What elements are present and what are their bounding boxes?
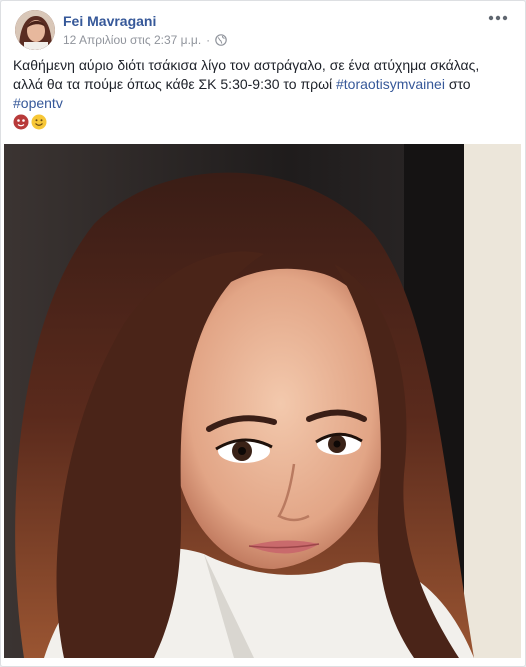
post-text-part-2: στο — [444, 76, 471, 92]
emoji-row — [13, 114, 47, 132]
hashtag-link-toraotisymvainei[interactable]: #toraotisymvainei — [336, 76, 445, 92]
smiling-face-emoji — [31, 114, 47, 130]
post-header: Fei Mavragani 12 Απριλίου στις 2:37 μ.μ.… — [13, 9, 513, 51]
post-timestamp[interactable]: 12 Απριλίου στις 2:37 μ.μ. — [63, 33, 201, 47]
selfie-photo-image — [4, 144, 521, 658]
red-heart-face-emoji — [13, 114, 29, 130]
author-avatar[interactable] — [15, 10, 55, 50]
globe-icon[interactable] — [215, 34, 227, 46]
avatar-image — [15, 10, 55, 50]
post-photo[interactable] — [4, 144, 521, 658]
author-name[interactable]: Fei Mavragani — [63, 13, 156, 29]
post-meta: 12 Απριλίου στις 2:37 μ.μ. · — [63, 33, 227, 47]
feed-post: Fei Mavragani 12 Απριλίου στις 2:37 μ.μ.… — [0, 0, 526, 667]
post-text: Καθήμενη αύριο διότι τσάκισα λίγο τον ασ… — [13, 56, 509, 113]
more-options-icon[interactable] — [487, 11, 509, 25]
meta-separator: · — [206, 33, 211, 47]
hashtag-link-opentv[interactable]: #opentv — [13, 95, 63, 111]
